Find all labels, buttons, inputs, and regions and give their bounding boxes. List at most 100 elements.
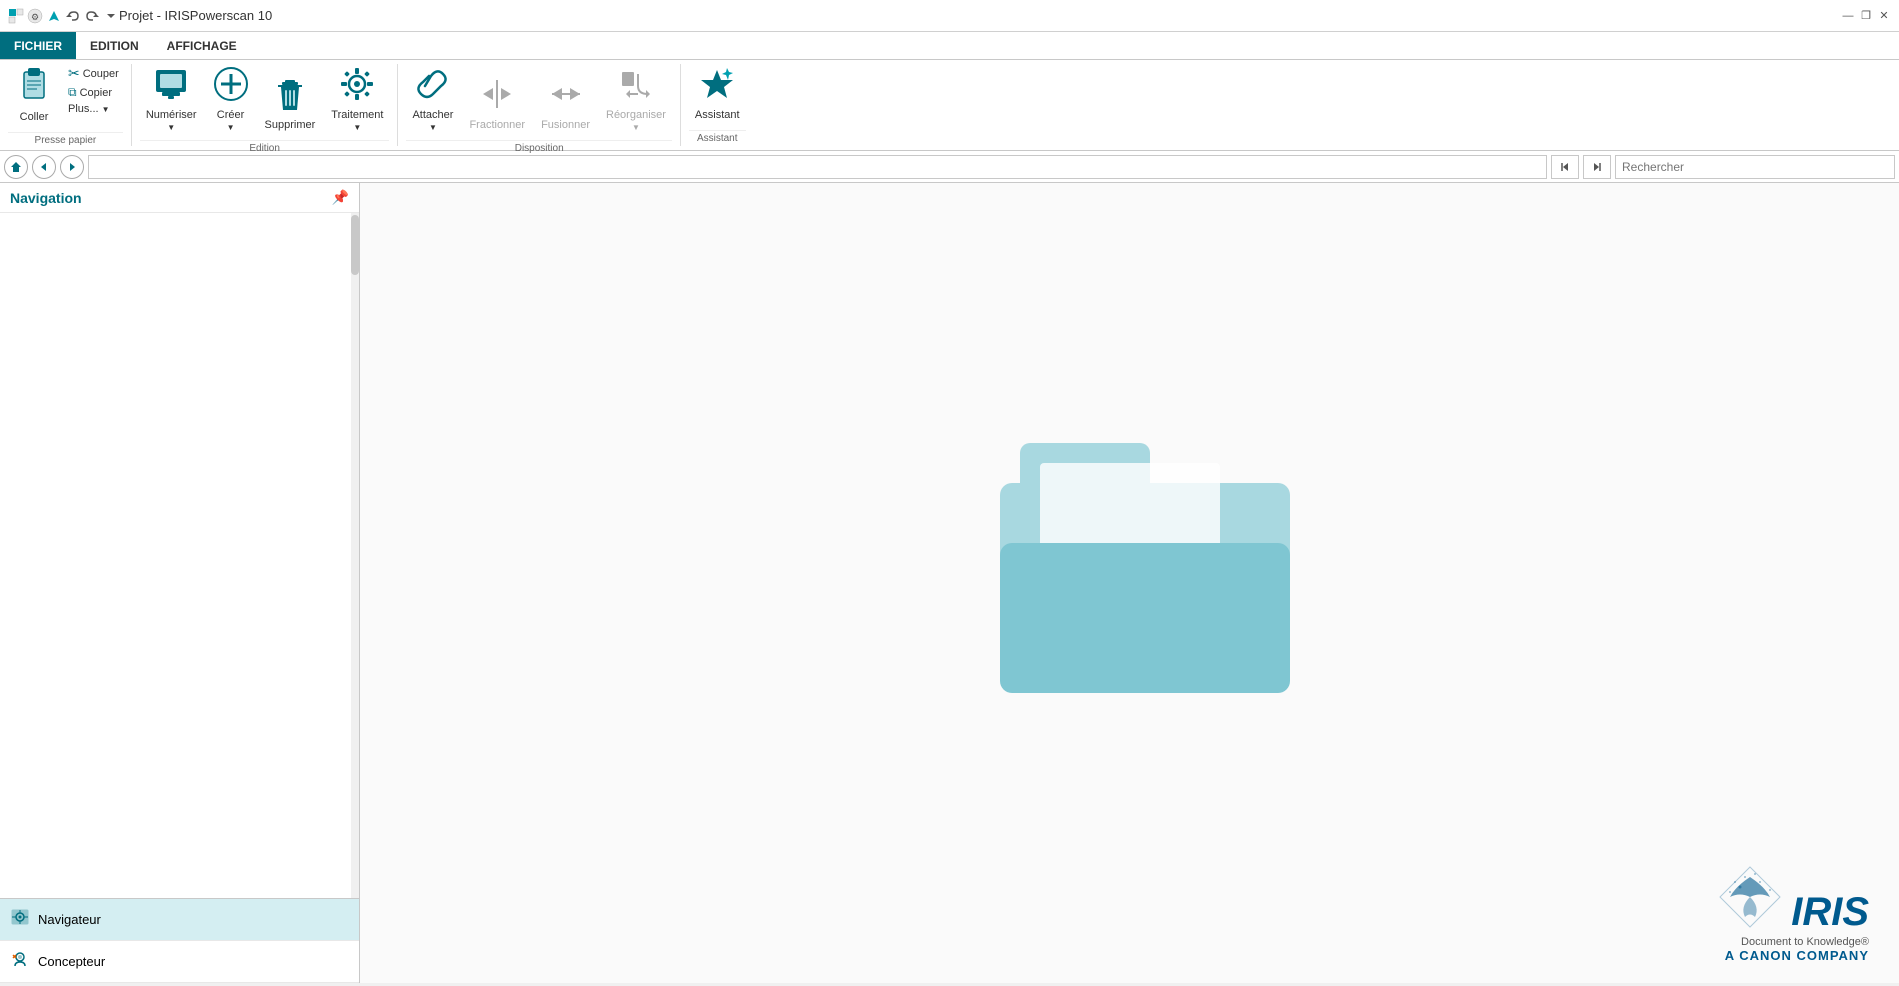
tab-fichier[interactable]: FICHIER bbox=[0, 32, 76, 59]
copier-label: Copier bbox=[80, 87, 112, 99]
scrollbar-thumb[interactable] bbox=[351, 215, 359, 275]
coller-label: Coller bbox=[20, 111, 49, 124]
app-icon-redo[interactable] bbox=[84, 8, 100, 24]
creer-dropdown-icon: ▼ bbox=[227, 123, 235, 132]
nav-back-button[interactable] bbox=[32, 155, 56, 179]
couper-button[interactable]: ✂ Couper bbox=[64, 64, 123, 83]
assistant-icon bbox=[699, 66, 735, 107]
window-controls: — ❐ ✕ bbox=[1841, 9, 1891, 23]
tab-edition[interactable]: EDITION bbox=[76, 32, 153, 59]
copier-icon: ⧉ bbox=[68, 85, 77, 100]
plus-dropdown-icon: ▼ bbox=[102, 105, 110, 114]
assistant-items: Assistant bbox=[689, 64, 746, 128]
ribbon: FICHIER EDITION AFFICHAGE Coller ✂ Coupe… bbox=[0, 32, 1899, 151]
numeriser-dropdown-icon: ▼ bbox=[167, 123, 175, 132]
assistant-label: Assistant bbox=[695, 109, 740, 122]
fractionner-label: Fractionner bbox=[469, 119, 525, 132]
left-panel-tabs: Navigateur Concepteur bbox=[0, 898, 359, 983]
reorganiser-label: Réorganiser bbox=[606, 109, 666, 122]
panel-pin-button[interactable]: 📌 bbox=[332, 189, 349, 206]
reorganiser-button[interactable]: Réorganiser ▼ bbox=[600, 64, 672, 134]
supprimer-label: Supprimer bbox=[265, 119, 316, 132]
app-icon-3[interactable] bbox=[46, 8, 62, 24]
small-buttons-group: ✂ Couper ⧉ Copier Plus... ▼ bbox=[64, 64, 123, 126]
attacher-label: Attacher bbox=[412, 109, 453, 122]
nav-home-button[interactable] bbox=[4, 155, 28, 179]
attacher-button[interactable]: Attacher ▼ bbox=[406, 64, 459, 134]
ribbon-content: Coller ✂ Couper ⧉ Copier Plus... ▼ bbox=[0, 60, 1899, 150]
ribbon-group-assistant: Assistant Assistant bbox=[681, 64, 754, 146]
creer-button[interactable]: Créer ▼ bbox=[207, 64, 255, 134]
scrollbar-track[interactable] bbox=[351, 213, 359, 898]
app-icon-1 bbox=[8, 8, 24, 24]
maximize-button[interactable]: ❐ bbox=[1859, 9, 1873, 23]
numeriser-button[interactable]: Numériser ▼ bbox=[140, 64, 203, 134]
supprimer-icon bbox=[272, 76, 308, 117]
attacher-dropdown-icon: ▼ bbox=[429, 123, 437, 132]
coller-button[interactable]: Coller bbox=[8, 64, 60, 126]
nav-bar bbox=[0, 151, 1899, 183]
concepteur-tab[interactable]: Concepteur bbox=[0, 941, 359, 983]
app-icon-more[interactable] bbox=[103, 8, 119, 24]
navigateur-icon bbox=[10, 907, 30, 932]
reorganiser-dropdown-icon: ▼ bbox=[632, 123, 640, 132]
minimize-button[interactable]: — bbox=[1841, 9, 1855, 23]
ribbon-group-edition: Numériser ▼ Créer ▼ Supprimer bbox=[132, 64, 399, 146]
presse-papier-label: Presse papier bbox=[8, 132, 123, 148]
iris-bird-icon bbox=[1715, 862, 1785, 932]
traitement-icon bbox=[339, 66, 375, 107]
folder-illustration bbox=[940, 413, 1320, 753]
traitement-dropdown-icon: ▼ bbox=[353, 123, 361, 132]
right-content: IRIS Document to Knowledge® A CANON COMP… bbox=[360, 183, 1899, 983]
supprimer-button[interactable]: Supprimer bbox=[259, 74, 322, 134]
canon-company-text: A CANON COMPANY bbox=[1715, 948, 1869, 963]
left-panel-content bbox=[0, 213, 359, 898]
reorganiser-icon bbox=[618, 66, 654, 107]
navigateur-tab[interactable]: Navigateur bbox=[0, 899, 359, 941]
numeriser-icon bbox=[152, 66, 190, 107]
search-input[interactable] bbox=[1615, 155, 1895, 179]
plus-button[interactable]: Plus... ▼ bbox=[64, 102, 123, 116]
breadcrumb-input[interactable] bbox=[88, 155, 1547, 179]
assistant-button[interactable]: Assistant bbox=[689, 64, 746, 124]
assistant-group-label: Assistant bbox=[689, 130, 746, 146]
attacher-icon bbox=[415, 66, 451, 107]
app-icon-2: ⚙ bbox=[27, 8, 43, 24]
couper-icon: ✂ bbox=[68, 65, 80, 82]
fusionner-button[interactable]: Fusionner bbox=[535, 74, 596, 134]
creer-label: Créer bbox=[217, 109, 245, 122]
fusionner-label: Fusionner bbox=[541, 119, 590, 132]
iris-logo-icon: IRIS bbox=[1715, 862, 1869, 932]
nav-forward-button[interactable] bbox=[60, 155, 84, 179]
presse-papier-items: Coller ✂ Couper ⧉ Copier Plus... ▼ bbox=[8, 64, 123, 130]
concepteur-icon bbox=[10, 949, 30, 974]
disposition-items: Attacher ▼ Fractionner Fusionner bbox=[406, 64, 671, 138]
couper-label: Couper bbox=[83, 68, 119, 80]
plus-label: Plus... bbox=[68, 103, 99, 115]
app-icon-undo[interactable] bbox=[65, 8, 81, 24]
close-button[interactable]: ✕ bbox=[1877, 9, 1891, 23]
edition-items: Numériser ▼ Créer ▼ Supprimer bbox=[140, 64, 390, 138]
ribbon-group-disposition: Attacher ▼ Fractionner Fusionner bbox=[398, 64, 680, 146]
tab-affichage[interactable]: AFFICHAGE bbox=[153, 32, 251, 59]
fractionner-button[interactable]: Fractionner bbox=[463, 74, 531, 134]
concepteur-label: Concepteur bbox=[38, 954, 105, 969]
fractionner-icon bbox=[479, 76, 515, 117]
numeriser-label: Numériser bbox=[146, 109, 197, 122]
copier-button[interactable]: ⧉ Copier bbox=[64, 84, 123, 101]
left-panel: Navigation 📌 Navigateur Concepteur bbox=[0, 183, 360, 983]
left-panel-header: Navigation 📌 bbox=[0, 183, 359, 213]
traitement-button[interactable]: Traitement ▼ bbox=[325, 64, 389, 134]
nav-arrow-right[interactable] bbox=[1583, 155, 1611, 179]
iris-text: IRIS bbox=[1791, 892, 1869, 932]
ribbon-tab-bar: FICHIER EDITION AFFICHAGE bbox=[0, 32, 1899, 60]
doc-to-knowledge-text: Document to Knowledge® bbox=[1715, 936, 1869, 948]
coller-icon bbox=[16, 66, 52, 111]
main-area: Navigation 📌 Navigateur Concepteur bbox=[0, 183, 1899, 983]
title-bar: ⚙ Projet - IRISPowerscan 10 — ❐ ✕ bbox=[0, 0, 1899, 32]
navigateur-label: Navigateur bbox=[38, 912, 101, 927]
fusionner-icon bbox=[548, 76, 584, 117]
svg-text:⚙: ⚙ bbox=[31, 12, 39, 22]
nav-arrow-left[interactable] bbox=[1551, 155, 1579, 179]
window-title: Projet - IRISPowerscan 10 bbox=[119, 8, 1891, 23]
